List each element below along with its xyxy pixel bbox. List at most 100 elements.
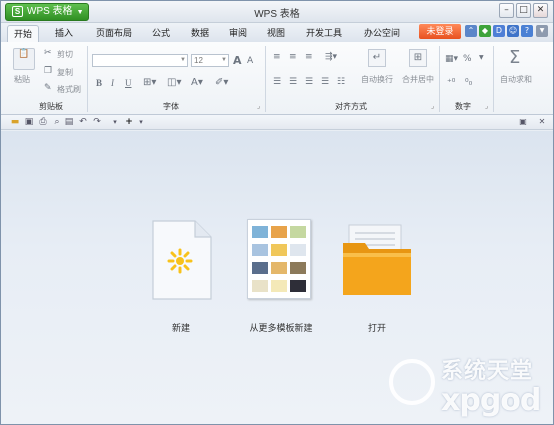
- format-painter-button[interactable]: 格式刷: [57, 84, 81, 95]
- group-divider: [265, 46, 266, 112]
- paste-button[interactable]: 粘贴: [14, 74, 30, 85]
- group-divider: [439, 46, 440, 112]
- find-icon[interactable]: ▤: [63, 116, 75, 128]
- wrap-text-icon: ↵: [368, 49, 386, 67]
- cut-button[interactable]: 剪切: [57, 49, 73, 60]
- login-button[interactable]: 未登录: [419, 24, 461, 39]
- font-color-icon[interactable]: A▾: [191, 77, 203, 88]
- watermark-line2: xpgod: [441, 383, 541, 418]
- font-size-combo[interactable]: 12 ▼: [191, 54, 229, 67]
- template-thumbnail: [290, 226, 306, 238]
- new-tab-plus-icon[interactable]: +: [123, 116, 135, 128]
- shield-icon[interactable]: ◆: [479, 25, 491, 37]
- tab-insert[interactable]: 插入: [49, 25, 79, 42]
- watermark-logo-icon: [389, 359, 435, 405]
- chevron-down-icon[interactable]: ▾: [135, 116, 147, 128]
- skin-icon[interactable]: D: [493, 25, 505, 37]
- template-gallery-icon: [247, 219, 311, 299]
- tab-view[interactable]: 视图: [261, 25, 291, 42]
- clear-format-icon[interactable]: ✐▾: [215, 77, 228, 88]
- wps-window: S WPS 表格 ▼ WPS 表格 – □ ✕ 开始 插入 页面布局 公式 数据 审…: [0, 0, 554, 425]
- underline-button[interactable]: U: [125, 78, 132, 88]
- align-right-icon[interactable]: ☰: [305, 77, 313, 87]
- tab-office-space[interactable]: 办公空间: [357, 25, 407, 42]
- quick-access-toolbar: ▬ ▣ ⎙ ⌕ ▤ ↶ ↷ ▾ + ▾ ▣ ✕: [1, 115, 553, 130]
- template-thumbnail: [252, 226, 268, 238]
- distribute-icon[interactable]: ☷: [337, 77, 345, 87]
- open-folder-icon[interactable]: ▬: [9, 116, 21, 128]
- restore-pane-icon[interactable]: ▣: [517, 116, 529, 128]
- border-icon[interactable]: ⊞▾: [143, 77, 156, 88]
- tab-developer[interactable]: 开发工具: [299, 25, 349, 42]
- merge-center-button[interactable]: 合并居中: [402, 74, 434, 85]
- undo-icon[interactable]: ↶: [77, 116, 89, 128]
- copy-button[interactable]: 复制: [57, 67, 73, 78]
- align-center-icon[interactable]: ☰: [289, 77, 297, 87]
- title-bar: S WPS 表格 ▼ WPS 表格 – □ ✕: [1, 1, 553, 23]
- feedback-icon[interactable]: ☺: [507, 25, 519, 37]
- align-middle-icon[interactable]: ≡: [289, 52, 297, 62]
- number-format-icon[interactable]: ▦▾: [445, 54, 458, 64]
- redo-icon[interactable]: ↷: [91, 116, 103, 128]
- tab-data[interactable]: 数据: [185, 25, 215, 42]
- new-document-label: 新建: [171, 323, 190, 333]
- template-thumbnail: [252, 244, 268, 256]
- format-painter-icon: ✎: [44, 83, 52, 93]
- decrease-decimal-icon[interactable]: ⁰₀: [465, 78, 472, 88]
- help-icon[interactable]: ?: [521, 25, 533, 37]
- align-top-icon[interactable]: ≡: [273, 52, 281, 62]
- template-thumbnail: [252, 280, 268, 292]
- font-name-combo[interactable]: ▼: [92, 54, 188, 67]
- tab-formula[interactable]: 公式: [147, 25, 175, 42]
- template-thumbnail: [290, 244, 306, 256]
- align-left-icon[interactable]: ☰: [273, 77, 281, 87]
- ribbon-panel: 📋 粘贴 ✂ 剪切 ❐ 复制 ✎ 格式刷 剪贴板 ▼ 12 ▼ A A B I U…: [1, 42, 553, 115]
- fill-color-icon[interactable]: ◫▾: [167, 77, 181, 88]
- window-title: WPS 表格: [254, 9, 300, 20]
- number-launcher-icon[interactable]: ⌟: [485, 102, 488, 110]
- print-preview-icon[interactable]: ⌕: [51, 116, 63, 128]
- maximize-button[interactable]: □: [516, 3, 531, 18]
- shrink-font-button[interactable]: A: [247, 56, 253, 66]
- text-direction-icon[interactable]: ⇶▾: [325, 52, 337, 62]
- autosum-button[interactable]: 自动求和: [500, 74, 532, 85]
- tab-review[interactable]: 审阅: [223, 25, 253, 42]
- template-label: 从更多模板新建: [249, 323, 313, 333]
- template-thumbnail: [271, 262, 287, 274]
- justify-icon[interactable]: ☰: [321, 77, 329, 87]
- sigma-icon: Σ: [509, 47, 521, 68]
- group-divider: [87, 46, 88, 112]
- tab-start[interactable]: 开始: [7, 25, 39, 42]
- tab-page-layout[interactable]: 页面布局: [89, 25, 139, 42]
- minimize-button[interactable]: –: [499, 3, 514, 18]
- grow-font-button[interactable]: A: [233, 54, 242, 67]
- group-label-clipboard: 剪贴板: [39, 102, 63, 111]
- template-thumbnail: [271, 280, 287, 292]
- watermark-line1: 系统天堂: [441, 359, 534, 384]
- collapse-ribbon-icon[interactable]: ⌃: [465, 25, 477, 37]
- template-thumbnail: [290, 262, 306, 274]
- customize-qat-icon[interactable]: ▾: [109, 116, 121, 128]
- open-label: 打开: [367, 323, 386, 333]
- font-launcher-icon[interactable]: ⌟: [257, 102, 260, 110]
- merge-center-icon: ⊞: [409, 49, 427, 67]
- options-chevron-icon[interactable]: ▼: [536, 25, 548, 37]
- bold-button[interactable]: B: [96, 78, 102, 88]
- copy-icon: ❐: [44, 66, 53, 76]
- number-more-icon[interactable]: ▼: [479, 54, 484, 61]
- percent-button[interactable]: %: [463, 54, 472, 64]
- print-icon[interactable]: ⎙: [37, 116, 49, 128]
- open-folder-icon: [343, 224, 411, 295]
- wrap-text-button[interactable]: 自动换行: [361, 74, 393, 85]
- increase-decimal-icon[interactable]: ⁺⁰: [447, 78, 455, 88]
- template-thumbnail: [271, 244, 287, 256]
- alignment-launcher-icon[interactable]: ⌟: [431, 102, 434, 110]
- save-icon[interactable]: ▣: [23, 116, 35, 128]
- align-bottom-icon[interactable]: ≡: [305, 52, 313, 62]
- site-watermark: 系统天堂 xpgod: [385, 341, 553, 424]
- italic-button[interactable]: I: [111, 78, 114, 88]
- group-label-number: 数字: [455, 102, 471, 111]
- close-pane-icon[interactable]: ✕: [536, 116, 548, 128]
- close-button[interactable]: ✕: [533, 3, 548, 18]
- template-thumbnail: [252, 262, 268, 274]
